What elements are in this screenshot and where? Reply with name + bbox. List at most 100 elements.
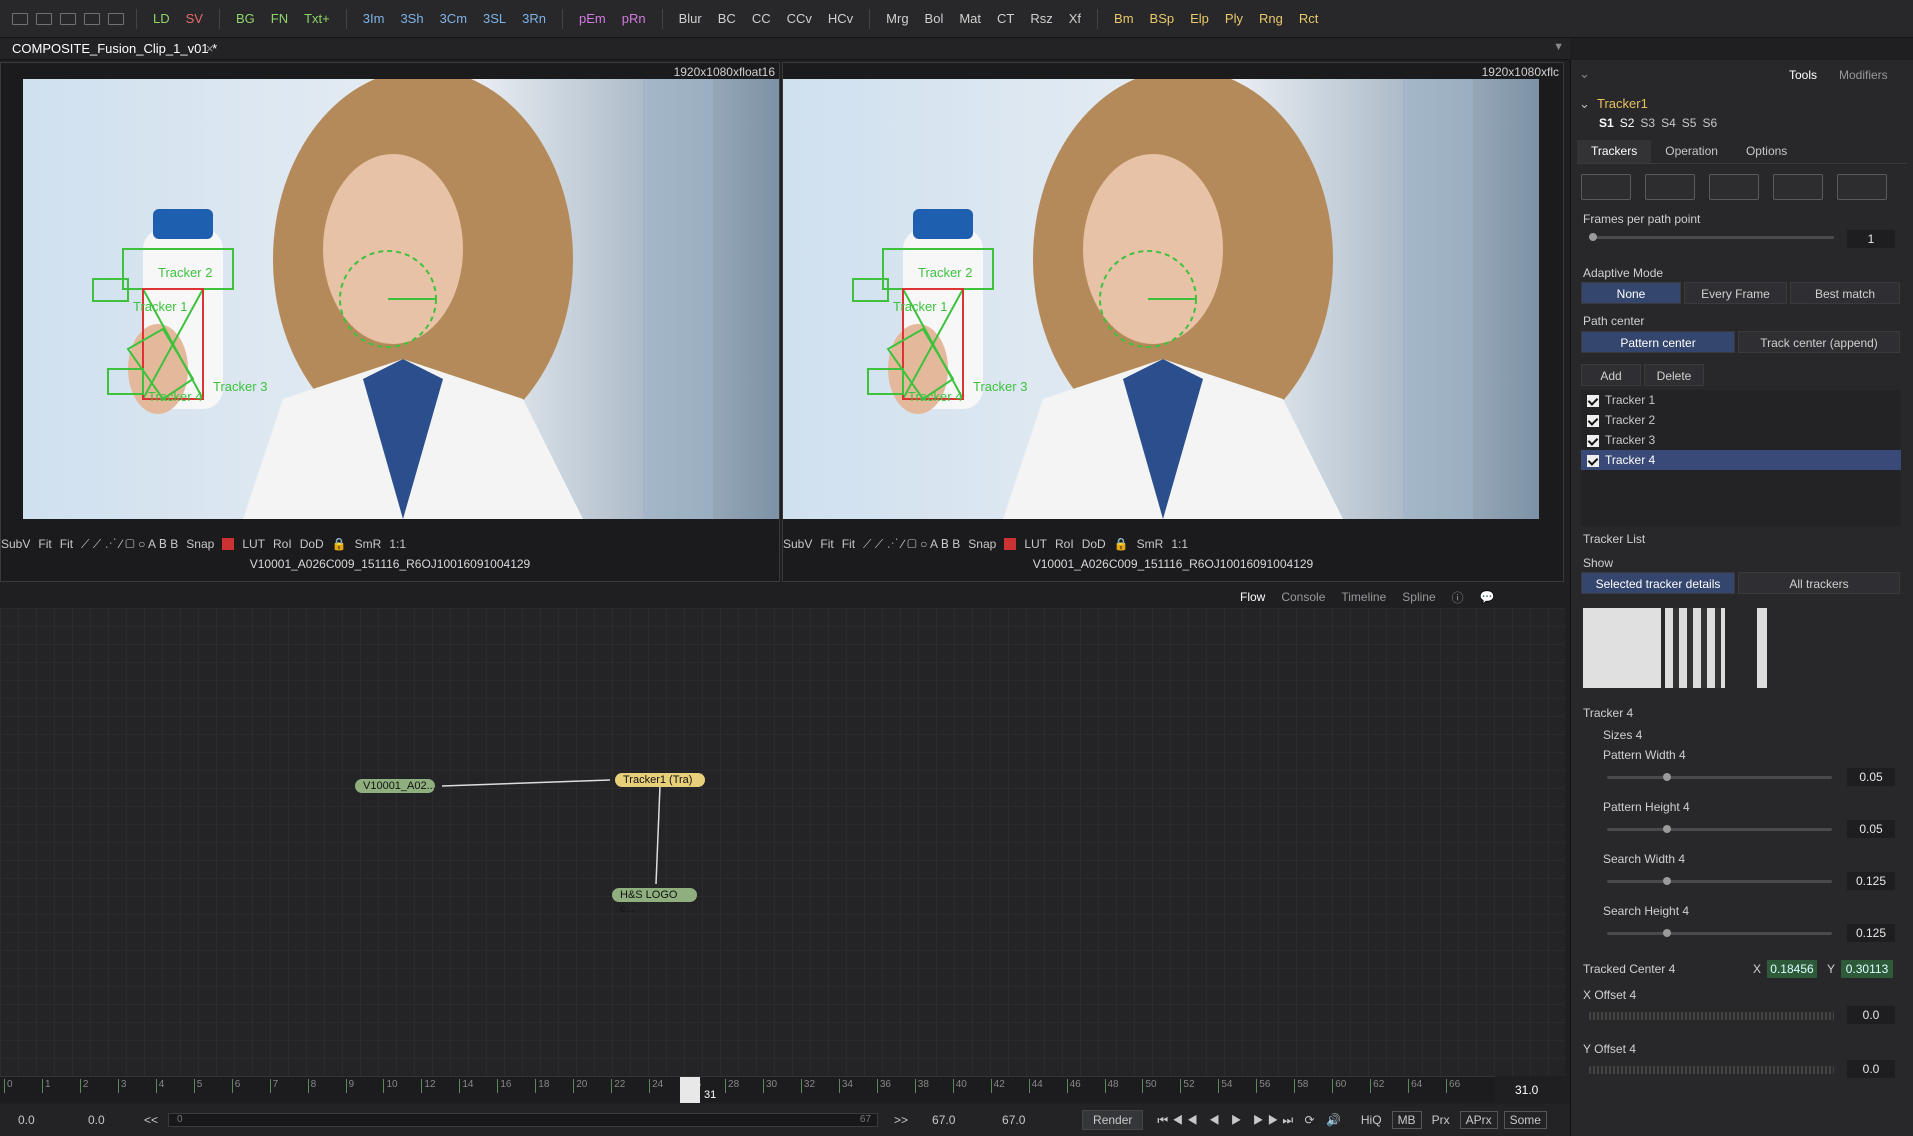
param-slider-knob[interactable]	[1663, 877, 1672, 885]
adaptive-every-frame[interactable]: Every Frame	[1684, 282, 1787, 304]
x-offset-slider[interactable]	[1589, 1012, 1834, 1020]
viewer-image[interactable]: Tracker 2 Tracker 1 Tracker 4 Tracker 3	[783, 79, 1539, 519]
frames-value[interactable]: 1	[1847, 230, 1895, 248]
path-track-center[interactable]: Track center (append)	[1738, 331, 1900, 353]
tab-options[interactable]: Options	[1732, 140, 1801, 163]
tracked-center-x[interactable]: 0.18456	[1767, 960, 1817, 978]
param-slider-knob[interactable]	[1663, 773, 1672, 781]
tool-button-rsz[interactable]: Rsz	[1022, 7, 1060, 31]
slot-button[interactable]: S1	[1599, 116, 1614, 130]
playback-controls-icon[interactable]: ⏮◀◀ ◀ ▶ ▶▶⏭ ⟳ 🔊	[1157, 1113, 1345, 1128]
tool-button-elp[interactable]: Elp	[1182, 7, 1217, 31]
color-icon[interactable]	[222, 538, 235, 550]
y-offset-slider[interactable]	[1589, 1066, 1834, 1074]
layout-icon[interactable]	[108, 12, 124, 25]
tracked-center-y[interactable]: 0.30113	[1841, 960, 1893, 978]
lut-button[interactable]: LUT	[242, 537, 265, 551]
tool-button-bm[interactable]: Bm	[1106, 7, 1142, 31]
tool-button-bsp[interactable]: BSp	[1142, 7, 1183, 31]
playhead[interactable]	[680, 1077, 700, 1103]
scale-button[interactable]: 1:1	[389, 537, 406, 551]
slot-button[interactable]: S6	[1702, 116, 1717, 130]
param-slider[interactable]	[1607, 776, 1832, 779]
loader-node[interactable]: V10001_A02...	[355, 779, 436, 793]
draw-tools-icon[interactable]: ⟋ ⟋ ⋰ ∕ ▢ ○ A ꓐ B	[81, 537, 178, 552]
track-reverse-frame-button[interactable]	[1645, 174, 1695, 200]
list-item[interactable]: Tracker 2	[1581, 410, 1901, 430]
some-button[interactable]: Some	[1503, 1111, 1547, 1129]
list-item[interactable]: Tracker 4	[1581, 450, 1901, 470]
list-item[interactable]: Tracker 3	[1581, 430, 1901, 450]
tool-button-3sl[interactable]: 3SL	[475, 7, 514, 31]
tool-name[interactable]: Tracker1	[1597, 96, 1648, 111]
tool-button-rct[interactable]: Rct	[1291, 7, 1327, 31]
tool-button-3rn[interactable]: 3Rn	[514, 7, 554, 31]
logo-node[interactable]: H&S LOGO c...	[612, 888, 697, 915]
close-icon[interactable]: ×	[206, 38, 214, 60]
tab-operation[interactable]: Operation	[1651, 140, 1732, 163]
scale-button[interactable]: 1:1	[1171, 537, 1188, 551]
y-offset-value[interactable]: 0.0	[1847, 1060, 1895, 1078]
checkbox[interactable]	[1587, 434, 1599, 447]
param-value[interactable]: 0.05	[1847, 820, 1895, 838]
current-time[interactable]: 31.0	[1515, 1083, 1538, 1097]
tool-button-3im[interactable]: 3Im	[355, 7, 393, 31]
param-slider-knob[interactable]	[1663, 929, 1672, 937]
smr-button[interactable]: SmR	[1137, 537, 1164, 551]
slot-button[interactable]: S3	[1640, 116, 1655, 130]
time-ruler[interactable]: 0123456789101214161820222426283032343638…	[0, 1076, 1538, 1103]
chevron-down-icon[interactable]: ⌄	[1579, 96, 1590, 112]
subv-button[interactable]: SubV	[783, 537, 812, 551]
draw-tools-icon[interactable]: ⟋ ⟋ ⋰ ∕ ▢ ○ A ꓐ B	[863, 537, 960, 552]
lock-icon[interactable]: 🔒	[332, 537, 347, 551]
tool-button-bg[interactable]: BG	[228, 7, 263, 31]
tool-button-bol[interactable]: Bol	[917, 7, 952, 31]
rewind-button[interactable]: <<	[144, 1113, 158, 1127]
hiq-button[interactable]: HiQ	[1361, 1113, 1382, 1127]
adaptive-best-match[interactable]: Best match	[1790, 282, 1900, 304]
start-time[interactable]: 0.0	[18, 1113, 78, 1127]
viewer-image[interactable]: Tracker 2 Tracker 1 Tracker 4 Tracker 3	[23, 79, 779, 519]
tab-console[interactable]: Console	[1281, 590, 1325, 604]
add-tracker-button[interactable]: Add	[1581, 364, 1641, 386]
tool-button-bc[interactable]: BC	[710, 7, 744, 31]
viewer-left[interactable]: 1920x1080xfloat16 Tracker 2 Tracker 1 Tr…	[0, 62, 780, 582]
tool-button-rng[interactable]: Rng	[1251, 7, 1291, 31]
tool-button-3cm[interactable]: 3Cm	[432, 7, 475, 31]
dod-button[interactable]: DoD	[1082, 537, 1106, 551]
tool-button-hcv[interactable]: HCv	[820, 7, 861, 31]
adaptive-none[interactable]: None	[1581, 282, 1681, 304]
render-end-time[interactable]: 67.0	[932, 1113, 992, 1127]
tool-button-3sh[interactable]: 3Sh	[392, 7, 431, 31]
sizes-label[interactable]: Sizes 4	[1603, 728, 1642, 742]
layout-icon[interactable]	[60, 12, 76, 25]
color-icon[interactable]	[1004, 538, 1017, 550]
tool-button-mat[interactable]: Mat	[951, 7, 989, 31]
lock-icon[interactable]: 🔒	[1114, 537, 1129, 551]
delete-tracker-button[interactable]: Delete	[1644, 364, 1704, 386]
param-value[interactable]: 0.125	[1847, 924, 1895, 942]
viewer-right[interactable]: 1920x1080xflc Tracker 2 Tracker 1 Tracke…	[782, 62, 1564, 582]
tool-button-fn[interactable]: FN	[263, 7, 296, 31]
document-tab[interactable]: COMPOSITE_Fusion_Clip_1_v01 *	[4, 38, 225, 60]
checkbox[interactable]	[1587, 414, 1599, 427]
tool-button-ld[interactable]: LD	[145, 7, 178, 31]
subv-button[interactable]: SubV	[1, 537, 30, 551]
track-forward-frame-button[interactable]	[1773, 174, 1823, 200]
chevron-down-icon[interactable]: ▼	[1553, 41, 1564, 53]
layout-icon[interactable]	[84, 12, 100, 25]
param-value[interactable]: 0.05	[1847, 768, 1895, 786]
fit-button[interactable]: Fit	[842, 537, 855, 551]
tracker-node[interactable]: Tracker1 (Tra)	[615, 773, 705, 787]
fit-button[interactable]: Fit	[38, 537, 51, 551]
track-forward-button[interactable]	[1837, 174, 1887, 200]
param-slider[interactable]	[1607, 932, 1832, 935]
fit-button[interactable]: Fit	[820, 537, 833, 551]
comment-icon[interactable]: 💬	[1480, 590, 1495, 604]
flow-editor[interactable]: V10001_A02... Tracker1 (Tra) H&S LOGO c.…	[0, 608, 1565, 1076]
dod-button[interactable]: DoD	[300, 537, 324, 551]
tab-flow[interactable]: Flow	[1240, 590, 1265, 604]
tool-button-ply[interactable]: Ply	[1217, 7, 1251, 31]
param-slider-knob[interactable]	[1663, 825, 1672, 833]
slot-button[interactable]: S2	[1620, 116, 1635, 130]
